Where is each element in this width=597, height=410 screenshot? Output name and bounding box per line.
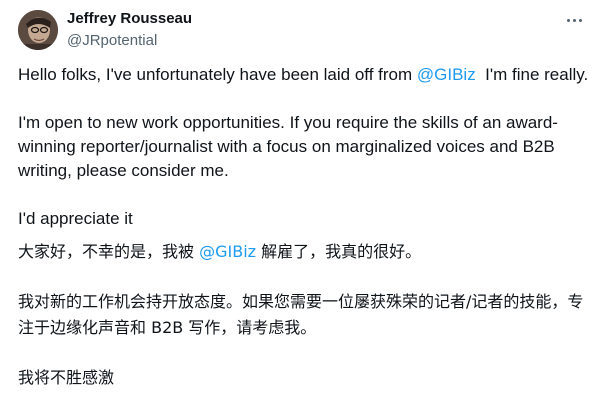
tweet: Jeffrey Rousseau @JRpotential Hello folk… bbox=[0, 0, 597, 410]
tweet-text: Hello folks, I've unfortunately have bee… bbox=[18, 63, 590, 391]
text-segment: Hello folks, I've unfortunately have bee… bbox=[18, 65, 417, 84]
author-block: Jeffrey Rousseau @JRpotential bbox=[67, 9, 192, 51]
tweet-paragraph-en-2: I'm open to new work opportunities. If y… bbox=[18, 113, 558, 180]
text-segment: I'm fine really. bbox=[475, 65, 589, 84]
tweet-paragraph-zh-3: 我将不胜感激 bbox=[18, 368, 115, 387]
text-segment: 解雇了，我真的很好。 bbox=[256, 242, 422, 261]
avatar[interactable] bbox=[18, 10, 58, 50]
author-handle[interactable]: @JRpotential bbox=[67, 31, 192, 51]
tweet-paragraph-en-1: Hello folks, I've unfortunately have bee… bbox=[18, 63, 590, 87]
more-horizontal-icon[interactable] bbox=[563, 12, 585, 28]
translation-block: 大家好，不幸的是，我被 @GIBiz 解雇了，我真的很好。 我对新的工作机会持开… bbox=[18, 239, 590, 391]
text-segment: 大家好，不幸的是，我被 bbox=[18, 242, 200, 261]
tweet-paragraph-zh-2: 我对新的工作机会持开放态度。如果您需要一位屡获殊荣的记者/记者的技能，专注于边缘… bbox=[18, 292, 584, 337]
tweet-paragraph-en-3: I'd appreciate it bbox=[18, 209, 133, 228]
mention-link[interactable]: @GIBiz bbox=[417, 65, 476, 84]
avatar-photo-icon bbox=[18, 10, 58, 50]
tweet-paragraph-zh-1: 大家好，不幸的是，我被 @GIBiz 解雇了，我真的很好。 bbox=[18, 239, 590, 265]
author-name[interactable]: Jeffrey Rousseau bbox=[67, 9, 192, 29]
mention-link[interactable]: @GIBiz bbox=[199, 242, 256, 261]
